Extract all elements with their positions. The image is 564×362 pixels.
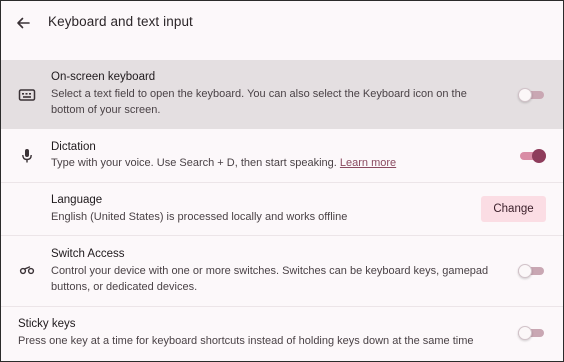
setting-row-switch-access[interactable]: Switch Access Control your device with o…	[1, 236, 563, 306]
setting-description-text: Type with your voice. Use Search + D, th…	[51, 157, 337, 169]
setting-title: Sticky keys	[18, 318, 76, 330]
setting-description: Control your device with one or more swi…	[51, 263, 488, 295]
keyboard-icon	[17, 85, 37, 105]
setting-row-onscreen-keyboard[interactable]: On-screen keyboard Select a text field t…	[1, 60, 563, 129]
toggle-thumb	[532, 149, 546, 163]
setting-description-line: bottom of your screen.	[51, 104, 161, 116]
setting-row-sticky-keys[interactable]: Sticky keys Press one key at a time for …	[1, 307, 563, 361]
page-title: Keyboard and text input	[48, 14, 193, 29]
page-header: Keyboard and text input	[1, 1, 563, 45]
back-button[interactable]	[11, 11, 35, 35]
setting-description: English (United States) is processed loc…	[51, 211, 348, 223]
change-language-button[interactable]: Change	[481, 196, 546, 222]
arrow-back-icon	[17, 17, 30, 29]
setting-title: On-screen keyboard	[51, 71, 156, 83]
setting-description-line: Select a text field to open the keyboard…	[51, 88, 467, 100]
switch-access-toggle[interactable]	[518, 264, 544, 278]
toggle-thumb	[518, 326, 532, 340]
learn-more-link[interactable]: Learn more	[340, 157, 396, 169]
sticky-keys-toggle[interactable]	[518, 326, 544, 340]
setting-description: Type with your voice. Use Search + D, th…	[51, 155, 396, 171]
setting-description-line: Control your device with one or more swi…	[51, 265, 489, 277]
dictation-toggle[interactable]	[520, 149, 546, 163]
setting-title: Switch Access	[51, 248, 125, 260]
setting-description: Press one key at a time for keyboard sho…	[18, 335, 474, 347]
microphone-icon	[17, 146, 37, 166]
setting-description: Select a text field to open the keyboard…	[51, 86, 467, 118]
setting-row-language: Language English (United States) is proc…	[1, 183, 563, 235]
toggle-thumb	[518, 264, 532, 278]
setting-title: Language	[51, 194, 103, 206]
setting-title: Dictation	[51, 141, 96, 153]
onscreen-keyboard-toggle[interactable]	[518, 88, 544, 102]
setting-row-dictation[interactable]: Dictation Type with your voice. Use Sear…	[1, 129, 563, 182]
toggle-thumb	[518, 88, 532, 102]
switch-access-icon	[17, 260, 37, 280]
settings-window: Keyboard and text input On-screen keyboa…	[0, 0, 564, 362]
setting-description-line: buttons, or dedicated devices.	[51, 281, 198, 293]
